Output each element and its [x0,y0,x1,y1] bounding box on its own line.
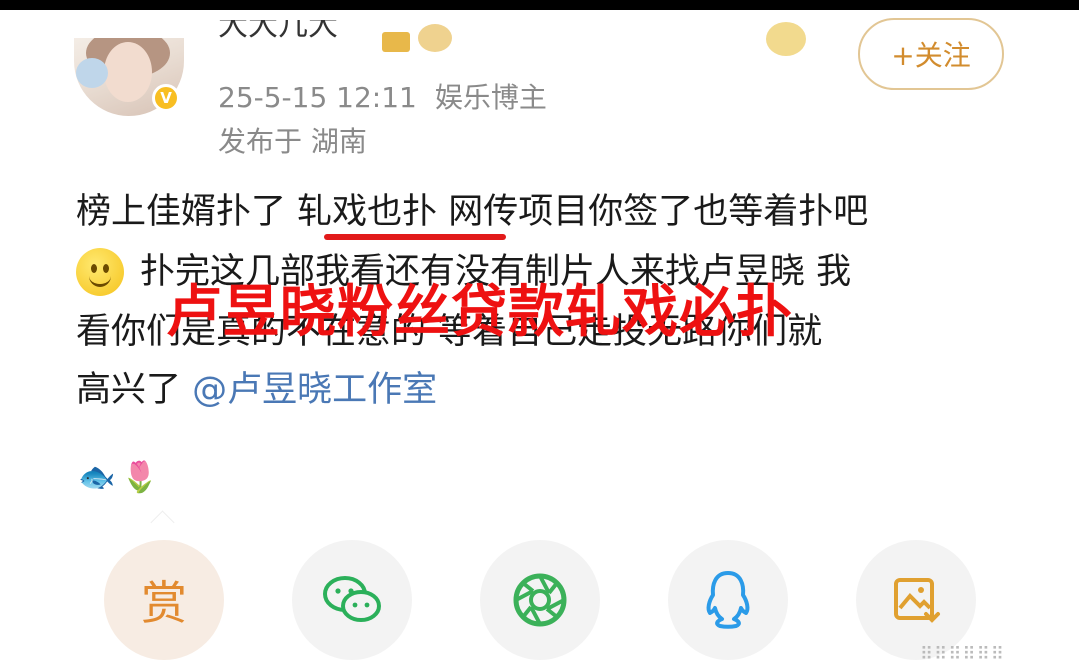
qq-share-button[interactable] [668,540,788,660]
fish-emoji-icon: 🐟 [78,460,116,495]
wechat-share-button[interactable] [292,540,412,660]
watermark: ⠿⠿⠿⠿⠿⠿ [920,644,1006,665]
wechat-icon [323,576,381,622]
post-meta: 25-5-15 12:11 娱乐博主 [218,76,565,116]
tulip-emoji-icon: 🌷 [121,460,159,495]
red-underline-annotation [324,234,506,240]
post-text-line: 榜上佳婿扑了 轧戏也扑 网传项目你签了也等着扑吧 [76,192,869,232]
trailing-emojis: 🐟 🌷 [78,460,165,495]
username[interactable]: 大大几大 [218,20,338,56]
top-bar [0,0,1079,10]
user-role: 娱乐博主 [434,81,547,114]
post-text: 高兴了 [76,370,193,410]
overlay-caption: 卢昱晓粉丝贷款轧戏必扑 [166,280,793,345]
follow-button[interactable]: +关注 [858,18,1004,90]
moments-share-button[interactable] [480,540,600,660]
reward-button[interactable]: 赏 [104,540,224,660]
post-timestamp: 25-5-15 12:11 [218,81,417,114]
fan-medal-icon [766,22,806,56]
smile-emoji-icon [76,248,124,296]
mention-link[interactable]: @卢昱晓工作室 [192,370,437,410]
post-text-line: 高兴了 @卢昱晓工作室 [76,368,437,412]
level-icon [382,32,410,52]
save-image-button[interactable] [856,540,976,660]
verified-badge-icon: V [152,84,180,112]
post-location: 发布于 湖南 [218,125,367,158]
save-image-icon [894,578,940,623]
reward-icon: 赏 [141,576,187,630]
moments-icon [513,573,567,627]
qq-icon [706,571,750,629]
medal-icon [418,24,452,52]
